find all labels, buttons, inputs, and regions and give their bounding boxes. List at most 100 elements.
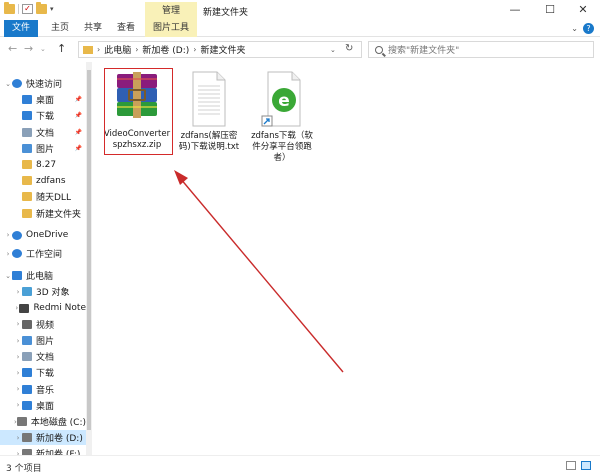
nav-item[interactable]: 图片 📌: [0, 141, 86, 156]
chevron-icon[interactable]: ⌄: [4, 272, 12, 280]
maximize-button[interactable]: ☐: [533, 0, 567, 20]
nav-item-label: 音乐: [36, 385, 55, 396]
tab-home[interactable]: 主页: [42, 20, 78, 37]
nav-this-pc[interactable]: ⌄ 此电脑: [0, 268, 86, 283]
highlight-box: [104, 68, 173, 155]
nav-item-label: 桌面: [36, 401, 55, 412]
pin-icon: 📌: [74, 144, 82, 152]
nav-pc-item[interactable]: › Redmi Note: [0, 301, 86, 316]
nav-item-label: 新建文件夹: [36, 209, 82, 220]
nav-item[interactable]: 桌面 📌: [0, 92, 86, 107]
large-icons-view-icon[interactable]: [581, 461, 591, 470]
document-icon: [22, 127, 32, 137]
nav-scrollbar-thumb[interactable]: [87, 70, 91, 430]
file-name-line: 码)下载说明.txt: [178, 142, 240, 152]
properties-icon[interactable]: ✓: [22, 4, 33, 14]
search-input[interactable]: 搜索"新建文件夹": [368, 41, 594, 58]
nav-pc-item[interactable]: › 本地磁盘 (C:): [0, 414, 86, 429]
chevron-icon[interactable]: ›: [4, 250, 12, 258]
pin-icon: 📌: [74, 128, 82, 136]
forward-arrow-icon[interactable]: →: [24, 42, 33, 55]
refresh-icon[interactable]: ↻: [345, 43, 353, 54]
nav-onedrive[interactable]: › OneDrive: [0, 228, 86, 243]
address-dropdown-icon[interactable]: ⌄: [330, 46, 336, 54]
phone-icon: [19, 303, 30, 313]
ribbon-tabs: 文件 主页 共享 查看 图片工具 ⌄ ?: [0, 20, 600, 37]
nav-item[interactable]: 文档 📌: [0, 125, 86, 140]
nav-item[interactable]: 随天DLL: [0, 189, 86, 204]
nav-pc-item[interactable]: › 新加卷 (D:): [0, 430, 86, 446]
nav-item-label: 此电脑: [26, 272, 54, 283]
chevron-icon[interactable]: ›: [14, 401, 22, 409]
nav-item-label: 8.27: [36, 159, 57, 170]
nav-pc-item[interactable]: ›新加卷 (F:): [0, 446, 86, 455]
chevron-icon[interactable]: ›: [14, 434, 22, 442]
desktop-icon: [22, 400, 32, 410]
chevron-icon[interactable]: ›: [14, 320, 22, 328]
music-icon: [22, 384, 32, 394]
item-count: 3 个项目: [6, 464, 42, 474]
details-view-icon[interactable]: [566, 461, 576, 470]
pc-icon: [12, 271, 22, 281]
nav-item-label: 图片: [36, 144, 55, 155]
address-bar[interactable]: › 此电脑 › 新加卷 (D:) › 新建文件夹: [78, 41, 362, 58]
nav-item-label: zdfans: [36, 175, 66, 186]
nav-pc-item[interactable]: › 下载: [0, 365, 86, 380]
nav-item[interactable]: 下载 📌: [0, 108, 86, 123]
nav-item[interactable]: 新建文件夹: [0, 206, 86, 221]
nav-item-label: OneDrive: [26, 230, 69, 241]
folder-icon: [22, 192, 32, 202]
nav-workspace[interactable]: › 工作空间: [0, 246, 86, 261]
cloud-icon: [12, 230, 22, 240]
text-file-icon: [192, 71, 226, 127]
folder-icon[interactable]: [4, 2, 15, 14]
nav-pc-item[interactable]: › 图片: [0, 333, 86, 348]
chevron-icon[interactable]: ›: [14, 369, 22, 377]
folder-icon: [83, 45, 93, 54]
breadcrumb-new-folder[interactable]: 新建文件夹: [200, 43, 245, 56]
nav-pc-item[interactable]: › 桌面: [0, 398, 86, 413]
chevron-right-icon: ›: [135, 45, 139, 54]
breadcrumb-this-pc[interactable]: 此电脑: [104, 43, 131, 56]
nav-pc-item[interactable]: › 音乐: [0, 382, 86, 397]
chevron-icon[interactable]: ›: [14, 353, 22, 361]
file-name-line: 件分享平台领跑: [252, 142, 312, 152]
nav-quick-access[interactable]: ⌄ 快速访问: [0, 76, 86, 91]
nav-item[interactable]: 8.27: [0, 157, 86, 172]
nav-item-label: 图片: [36, 337, 55, 347]
tab-view[interactable]: 查看: [108, 20, 144, 37]
tab-manage[interactable]: 管理: [145, 2, 197, 20]
nav-item-label: 视频: [36, 320, 55, 331]
nav-pc-item[interactable]: › 文档: [0, 349, 86, 364]
expand-ribbon-icon[interactable]: ⌄: [571, 24, 578, 33]
drive-icon: [22, 433, 32, 443]
up-arrow-icon[interactable]: ↑: [57, 42, 66, 55]
nav-pc-item[interactable]: › 视频: [0, 317, 86, 332]
nav-item-label: 新加卷 (F:): [36, 447, 80, 455]
chevron-icon[interactable]: ›: [14, 337, 22, 345]
help-icon[interactable]: ?: [583, 23, 594, 34]
breadcrumb-drive-d[interactable]: 新加卷 (D:): [142, 43, 189, 56]
nav-item-label: 文档: [36, 128, 55, 139]
file-item-txt[interactable]: zdfans(解压密 码)下载说明.txt: [173, 70, 245, 153]
customize-toolbar-icon[interactable]: ▾: [50, 5, 54, 13]
close-button[interactable]: ✕: [566, 0, 600, 20]
minimize-button[interactable]: —: [498, 0, 532, 20]
file-item-shortcut[interactable]: e zdfans下载（软 件分享平台领跑 者）: [243, 70, 321, 164]
file-name: zdfans下载（软 件分享平台领跑 者）: [251, 131, 313, 164]
chevron-icon[interactable]: ›: [14, 288, 22, 296]
chevron-icon[interactable]: ›: [14, 385, 22, 393]
nav-item[interactable]: zdfans: [0, 173, 86, 188]
chevron-icon[interactable]: ⌄: [4, 80, 12, 88]
tab-share[interactable]: 共享: [75, 20, 111, 37]
tab-picture-tools[interactable]: 图片工具: [145, 20, 197, 37]
file-name: zdfans(解压密 码)下载说明.txt: [179, 131, 239, 153]
tab-file[interactable]: 文件: [4, 20, 38, 37]
nav-pc-item[interactable]: › 3D 对象: [0, 284, 86, 299]
back-arrow-icon[interactable]: ←: [8, 42, 17, 55]
chevron-icon[interactable]: ›: [4, 231, 12, 239]
nav-scrollbar[interactable]: [86, 62, 92, 455]
recent-locations-icon[interactable]: ⌄: [40, 45, 46, 53]
new-folder-icon[interactable]: [36, 2, 47, 14]
nav-item-label: 工作空间: [26, 250, 63, 260]
